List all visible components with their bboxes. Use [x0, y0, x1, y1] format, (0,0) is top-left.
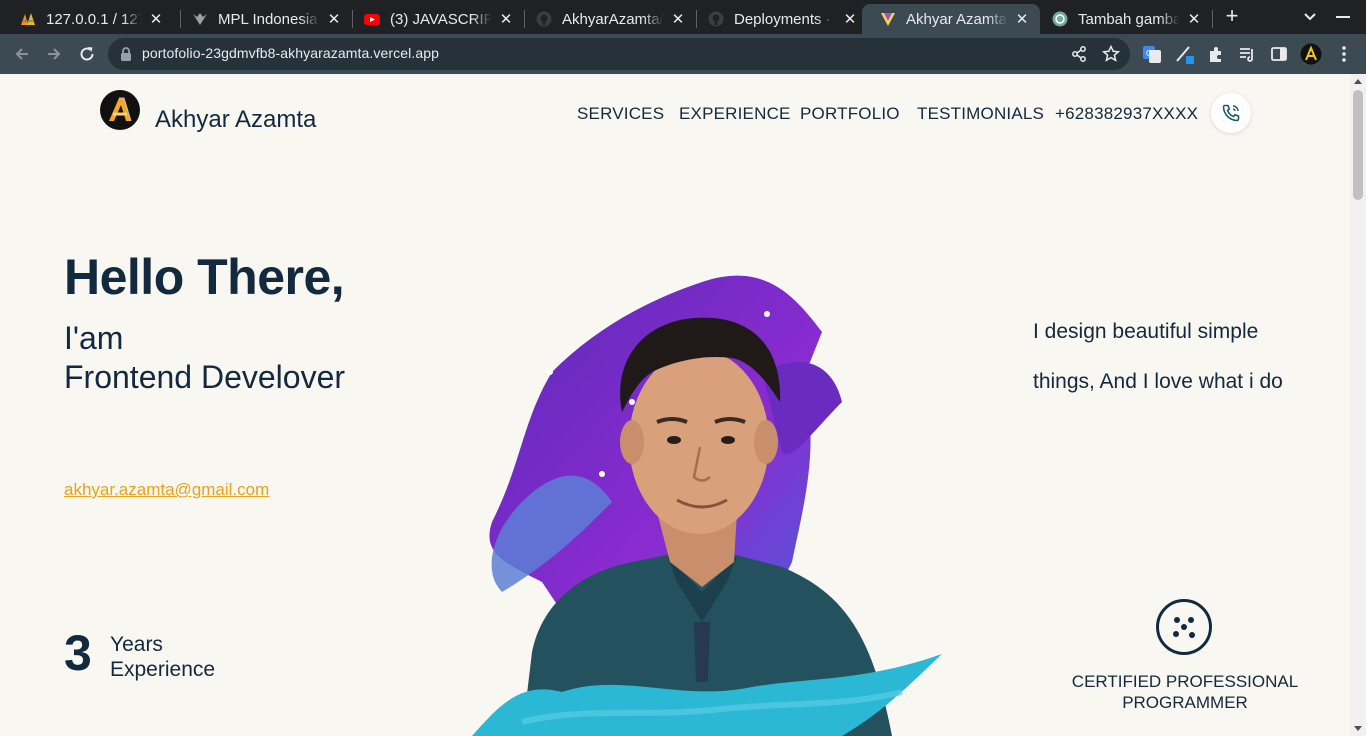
certificate-badge-icon	[1155, 598, 1213, 656]
share-icon[interactable]	[1070, 45, 1088, 63]
tagline-line-2: things, And I love what i do	[1033, 370, 1283, 393]
hero-role: Frontend Develover	[64, 359, 346, 395]
browser-tab-strip: 127.0.0.1 / 127.0.0.1 ✕ MPL Indonesia Se…	[0, 0, 1366, 34]
brand-name[interactable]: Akhyar Azamta	[155, 106, 316, 134]
reload-icon[interactable]	[75, 42, 99, 66]
certificate-label-line-2: PROGRAMMER	[1122, 693, 1248, 712]
nav-portfolio[interactable]: PORTFOLIO	[800, 104, 900, 124]
profile-avatar-icon[interactable]	[1300, 43, 1322, 65]
side-panel-icon[interactable]	[1268, 43, 1290, 65]
youtube-icon	[364, 11, 380, 27]
forward-arrow-icon[interactable]	[42, 42, 66, 66]
nav-testimonials[interactable]: TESTIMONIALS	[917, 104, 1044, 124]
browser-tab-youtube[interactable]: (3) JAVASCRIPT fundamentals ✕	[346, 4, 524, 34]
new-tab-button[interactable]: +	[1220, 5, 1244, 29]
mpl-icon	[192, 11, 208, 27]
close-icon[interactable]: ✕	[1014, 10, 1030, 28]
close-icon[interactable]: ✕	[842, 10, 858, 28]
browser-tab-chatgpt[interactable]: Tambah gambar ✕	[1034, 4, 1212, 34]
scrollbar-thumb[interactable]	[1353, 90, 1363, 200]
vercel-icon	[880, 11, 896, 27]
address-bar[interactable]: portofolio-23gdmvfb8-akhyarazamta.vercel…	[108, 38, 1130, 70]
hero-intro: I'am	[64, 320, 124, 356]
close-icon[interactable]: ✕	[148, 10, 164, 28]
tab-title: Tambah gambar	[1078, 10, 1180, 28]
tab-title: Deployments · AkhyarAzamta	[734, 10, 836, 28]
browser-menu-icon[interactable]	[1333, 43, 1355, 65]
certificate-label-line-1: CERTIFIED PROFESSIONAL	[1071, 672, 1299, 691]
browser-tab-akhyar-azamta[interactable]: Akhyar Azamta ✕	[862, 4, 1040, 34]
certificate-label: CERTIFIED PROFESSIONAL PROGRAMMER	[1070, 671, 1300, 713]
site-logo[interactable]	[100, 90, 140, 130]
nav-services[interactable]: SERVICES	[577, 104, 664, 124]
color-picker-extension-icon[interactable]	[1173, 43, 1195, 65]
browser-tab-github-repo[interactable]: AkhyarAzamta/portofolio ✕	[518, 4, 696, 34]
email-link[interactable]: akhyar.azamta@gmail.com	[64, 480, 269, 500]
tab-title: 127.0.0.1 / 127.0.0.1	[46, 10, 142, 28]
scroll-up-arrow-icon[interactable]	[1354, 79, 1362, 84]
close-icon[interactable]: ✕	[670, 10, 686, 28]
tab-title: (3) JAVASCRIPT fundamentals	[390, 10, 492, 28]
hero-greeting: Hello There,	[64, 249, 345, 305]
google-translate-icon[interactable]: G	[1141, 43, 1163, 65]
close-icon[interactable]: ✕	[326, 10, 342, 28]
tab-title: AkhyarAzamta/portofolio	[562, 10, 664, 28]
tagline-line-1: I design beautiful simple	[1033, 320, 1259, 343]
github-icon	[536, 11, 552, 27]
phpmyadmin-icon	[20, 11, 36, 27]
nav-experience[interactable]: EXPERIENCE	[679, 104, 791, 124]
lock-icon[interactable]	[120, 47, 132, 66]
chatgpt-icon	[1052, 11, 1068, 27]
tab-search-chevron-icon[interactable]	[1300, 6, 1320, 26]
browser-tab-mpl[interactable]: MPL Indonesia Season ✕	[174, 4, 352, 34]
scroll-down-arrow-icon[interactable]	[1354, 726, 1362, 731]
close-icon[interactable]: ✕	[498, 10, 514, 28]
page-scrollbar[interactable]	[1350, 74, 1366, 736]
github-icon	[708, 11, 724, 27]
browser-toolbar: portofolio-23gdmvfb8-akhyarazamta.vercel…	[0, 34, 1366, 74]
minimize-window-button[interactable]	[1336, 16, 1350, 18]
hero-portrait	[462, 262, 952, 736]
experience-label-line-2: Experience	[110, 658, 216, 681]
experience-label: Years Experience	[110, 632, 215, 682]
reading-list-icon[interactable]	[1236, 43, 1258, 65]
logo-a-icon	[101, 91, 139, 129]
back-arrow-icon[interactable]	[10, 42, 34, 66]
extensions-puzzle-icon[interactable]	[1205, 43, 1227, 65]
browser-tab-phpmyadmin[interactable]: 127.0.0.1 / 127.0.0.1 ✕	[2, 4, 174, 34]
svg-text:G: G	[1146, 49, 1152, 58]
portfolio-page: Akhyar Azamta SERVICES EXPERIENCE PORTFO…	[0, 74, 1350, 736]
tab-title: Akhyar Azamta	[906, 10, 1007, 28]
call-button[interactable]	[1211, 93, 1251, 133]
nav-phone-number[interactable]: +628382937XXXX	[1055, 104, 1198, 124]
tab-title: MPL Indonesia Season	[218, 10, 320, 28]
phone-icon	[1222, 104, 1240, 122]
browser-tab-github-deployments[interactable]: Deployments · AkhyarAzamta ✕	[690, 4, 868, 34]
experience-label-line-1: Years	[110, 633, 163, 656]
url-text[interactable]: portofolio-23gdmvfb8-akhyarazamta.vercel…	[142, 45, 439, 61]
close-icon[interactable]: ✕	[1186, 10, 1202, 28]
experience-years-number: 3	[64, 625, 92, 681]
bookmark-star-icon[interactable]	[1101, 44, 1121, 63]
